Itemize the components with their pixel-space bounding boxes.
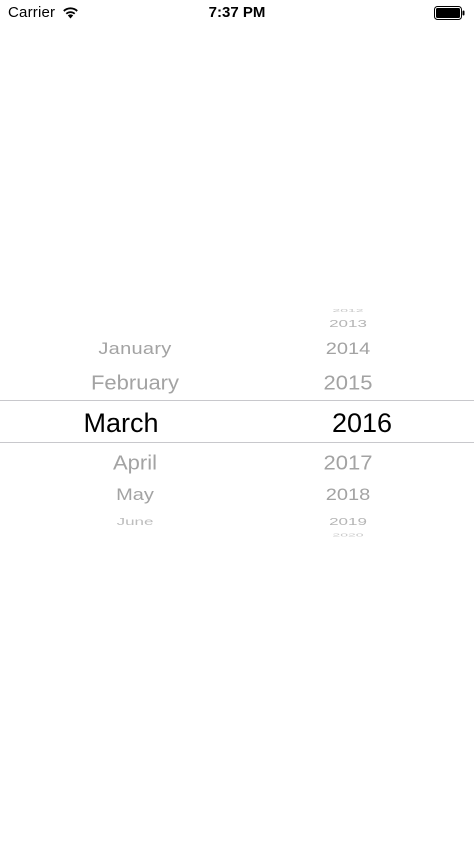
selection-bottom-divider [0,442,474,443]
year-option-2012[interactable]: 2012 [288,307,408,313]
month-option-january[interactable]: January [35,340,235,359]
month-option-february[interactable]: February [35,371,235,395]
status-time: 7:37 PM [208,4,266,21]
battery-icon [434,6,465,20]
month-option-april[interactable]: April [35,451,235,475]
year-option-2020[interactable]: 2020 [288,533,408,538]
date-picker[interactable]: January February March April May June 20… [0,300,474,538]
month-option-march-selected[interactable]: March [21,408,221,439]
month-option-june[interactable]: June [35,516,235,528]
year-option-2013[interactable]: 2013 [288,318,408,330]
year-option-2017[interactable]: 2017 [288,451,408,475]
year-option-2018[interactable]: 2018 [288,486,408,505]
status-bar: Carrier 7:37 PM [0,0,474,28]
month-option-may[interactable]: May [35,486,235,505]
year-option-2014[interactable]: 2014 [288,340,408,359]
year-option-2015[interactable]: 2015 [288,371,408,395]
selection-top-divider [0,400,474,401]
year-option-2019[interactable]: 2019 [288,516,408,528]
year-option-2016-selected[interactable]: 2016 [302,408,422,439]
